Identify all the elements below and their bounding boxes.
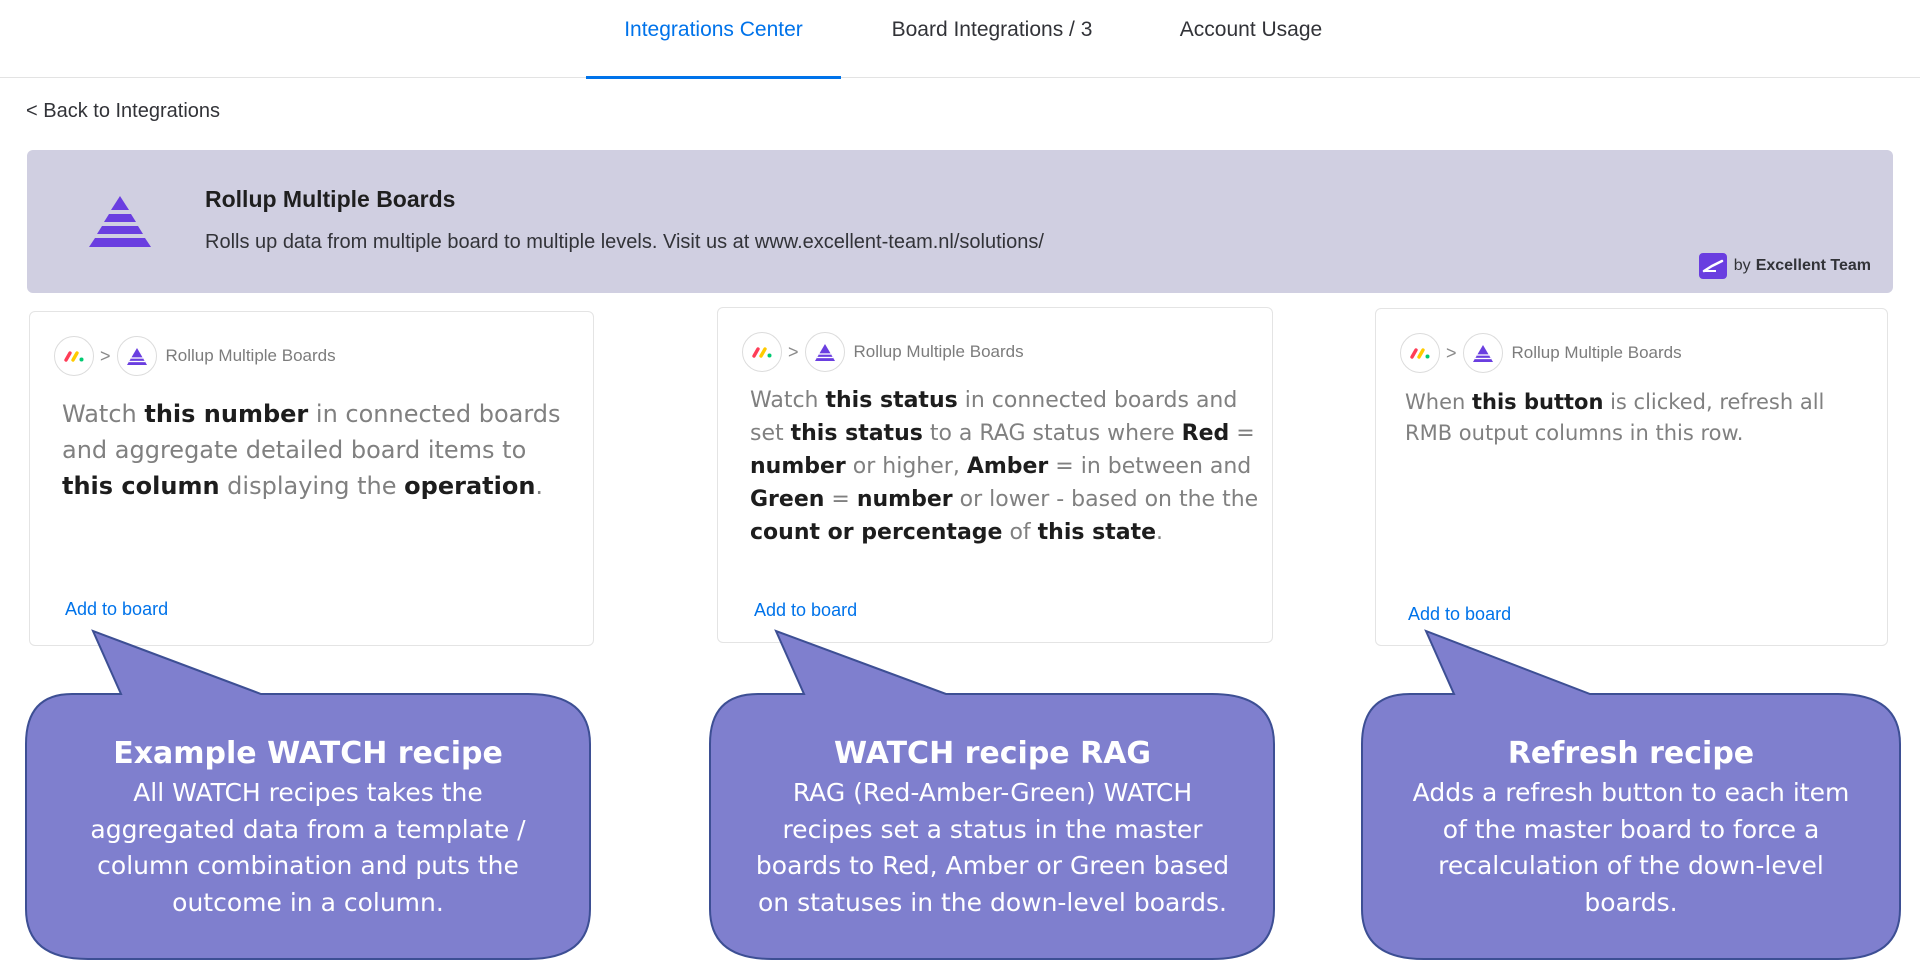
callout-line: recipes set a status in the master <box>782 814 1203 844</box>
callout-line: RAG (Red-Amber-Green) WATCH <box>792 778 1193 807</box>
monday-logo-icon <box>1400 333 1440 373</box>
callout-line: recalculation of the down-level <box>1438 851 1824 880</box>
recipe-field-number: number <box>856 487 953 512</box>
back-to-integrations-link[interactable]: < Back to Integrations <box>26 100 220 123</box>
recipe-field-number: number <box>750 454 846 479</box>
recipe-sentence: Watch this number in connected boards an… <box>62 400 561 500</box>
chevron-right-icon: > <box>788 341 799 362</box>
callout-rag: WATCH recipe RAG RAG (Red-Amber-Green) W… <box>715 733 1270 921</box>
recipe-field-state: this state <box>1037 520 1157 545</box>
add-to-board-link[interactable]: Add to board <box>65 599 168 620</box>
vendor-name: Excellent Team <box>1755 257 1871 274</box>
recipe-field-number: this number <box>144 400 309 428</box>
callout-title: Refresh recipe <box>1507 736 1755 771</box>
recipe-card-watch: > Rollup Multiple Boards Watch this numb… <box>29 311 594 646</box>
breadcrumb: > Rollup Multiple Boards <box>742 332 1024 372</box>
callout-line: outcome in a column. <box>172 887 444 917</box>
recipe-field-status: this status <box>790 421 923 446</box>
tab-account-usage[interactable]: Account Usage <box>1160 0 1342 78</box>
chevron-right-icon: > <box>100 345 111 366</box>
app-header-banner: Rollup Multiple Boards Rolls up data fro… <box>27 150 1893 293</box>
breadcrumb-label: Rollup Multiple Boards <box>853 342 1024 361</box>
callout-line: boards. <box>1584 887 1678 917</box>
app-description: Rolls up data from multiple board to mul… <box>205 231 1044 253</box>
recipe-field-status: this status <box>825 388 958 413</box>
by-prefix: by <box>1733 257 1751 274</box>
callout-line: aggregated data from a template / <box>90 814 526 844</box>
app-title: Rollup Multiple Boards <box>205 186 456 212</box>
pyramid-icon <box>804 332 845 372</box>
recipe-field-operation: operation <box>404 472 536 500</box>
callout-line: on statuses in the down-level boards. <box>757 887 1227 917</box>
callout-line: boards to Red, Amber or Green based <box>755 851 1230 880</box>
pyramid-icon <box>89 196 151 247</box>
add-to-board-link[interactable]: Add to board <box>754 600 857 621</box>
pyramid-icon <box>1462 333 1503 373</box>
recipe-card-rag: > Rollup Multiple Boards Watch this stat… <box>717 307 1273 643</box>
vendor-attribution: by Excellent Team <box>1698 253 1871 279</box>
recipe-field-column: this column <box>62 472 220 500</box>
breadcrumb-label: Rollup Multiple Boards <box>165 346 336 365</box>
monday-logo-icon <box>54 336 94 376</box>
callout-line: column combination and puts the <box>97 851 519 880</box>
callout-watch: Example WATCH recipe All WATCH recipes t… <box>42 733 574 921</box>
tab-integrations-center[interactable]: Integrations Center <box>586 0 841 79</box>
vendor-logo-icon <box>1698 253 1727 279</box>
monday-logo-icon <box>742 332 782 372</box>
callout-line: of the master board to force a <box>1442 814 1820 844</box>
callout-title: Example WATCH recipe <box>113 736 503 771</box>
add-to-board-link[interactable]: Add to board <box>1408 604 1511 625</box>
pyramid-icon <box>116 336 157 376</box>
callout-title: WATCH recipe RAG <box>833 736 1152 771</box>
callout-line: Adds a refresh button to each item <box>1412 778 1850 807</box>
chevron-right-icon: > <box>1446 342 1457 363</box>
breadcrumb-label: Rollup Multiple Boards <box>1511 343 1682 362</box>
recipe-field-count-or-percentage: count or percentage <box>750 520 1003 545</box>
recipe-sentence: Watch this status in connected boards an… <box>750 388 1259 545</box>
tab-bar: Integrations Center Board Integrations /… <box>0 0 1920 79</box>
breadcrumb: > Rollup Multiple Boards <box>1400 333 1682 373</box>
recipe-sentence: When this button is clicked, refresh all… <box>1405 390 1825 445</box>
tab-board-integrations[interactable]: Board Integrations / 3 <box>868 0 1116 78</box>
callout-refresh: Refresh recipe Adds a refresh button to … <box>1380 733 1882 921</box>
recipe-card-refresh: > Rollup Multiple Boards When this butto… <box>1375 308 1888 646</box>
callout-line: All WATCH recipes takes the <box>133 778 483 807</box>
recipe-field-button: this button <box>1471 390 1604 414</box>
breadcrumb: > Rollup Multiple Boards <box>54 336 336 376</box>
